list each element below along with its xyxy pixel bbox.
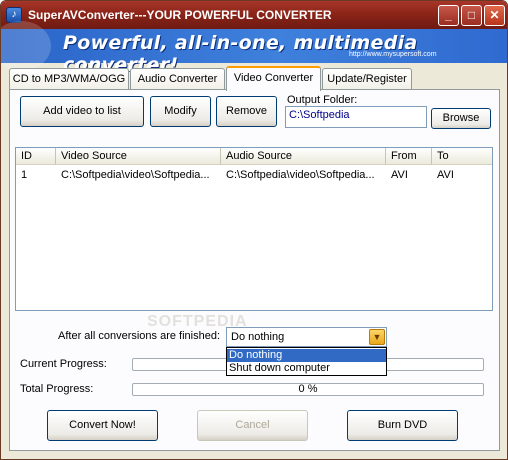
- title-bar[interactable]: ♪ SuperAVConverter---YOUR POWERFUL CONVE…: [1, 1, 507, 29]
- cell-from: AVI: [391, 169, 408, 181]
- table-row[interactable]: 1 C:\Softpedia\video\Softpedia... C:\Sof…: [16, 167, 492, 183]
- total-progress-text: 0 %: [298, 383, 318, 395]
- cell-audio-source: C:\Softpedia\video\Softpedia...: [226, 169, 375, 181]
- tab-cd-to-mp3[interactable]: CD to MP3/WMA/OGG: [9, 68, 129, 90]
- cancel-button[interactable]: Cancel: [197, 410, 308, 441]
- video-list[interactable]: ID Video Source Audio Source From To 1 C…: [15, 147, 493, 311]
- after-conversion-label: After all conversions are finished:: [58, 330, 221, 342]
- add-video-button[interactable]: Add video to list: [20, 96, 144, 127]
- after-conversion-select[interactable]: Do nothing ▼: [226, 327, 387, 347]
- close-button[interactable]: ✕: [484, 5, 505, 26]
- modify-button[interactable]: Modify: [150, 96, 211, 127]
- cell-id: 1: [21, 169, 28, 181]
- tab-audio-converter[interactable]: Audio Converter: [130, 68, 225, 90]
- output-folder-label: Output Folder:: [287, 94, 358, 106]
- column-header-video-source[interactable]: Video Source: [56, 148, 221, 165]
- after-conversion-dropdown: Do nothing Shut down computer: [226, 347, 387, 376]
- total-progress-bar: 0 %: [132, 383, 484, 396]
- tab-video-converter[interactable]: Video Converter: [226, 66, 321, 91]
- column-header-to[interactable]: To: [432, 148, 488, 165]
- cell-to: AVI: [437, 169, 454, 181]
- burn-dvd-button[interactable]: Burn DVD: [347, 410, 458, 441]
- app-window: ♪ SuperAVConverter---YOUR POWERFUL CONVE…: [0, 0, 508, 460]
- minimize-button[interactable]: _: [438, 5, 459, 26]
- maximize-button[interactable]: □: [461, 5, 482, 26]
- total-progress-label: Total Progress:: [20, 383, 94, 395]
- output-folder-field[interactable]: C:\Softpedia: [285, 106, 427, 128]
- remove-button[interactable]: Remove: [216, 96, 277, 127]
- after-conversion-value: Do nothing: [231, 331, 285, 343]
- chevron-down-icon[interactable]: ▼: [369, 329, 385, 345]
- cell-video-source: C:\Softpedia\video\Softpedia...: [61, 169, 210, 181]
- browse-button[interactable]: Browse: [431, 108, 491, 129]
- current-progress-label: Current Progress:: [20, 358, 107, 370]
- convert-now-button[interactable]: Convert Now!: [47, 410, 158, 441]
- tab-update-register[interactable]: Update/Register: [322, 68, 412, 90]
- option-shut-down[interactable]: Shut down computer: [227, 362, 386, 375]
- column-header-from[interactable]: From: [386, 148, 432, 165]
- list-header: ID Video Source Audio Source From To: [16, 148, 492, 165]
- banner: Powerful, all-in-one, multimedia convert…: [1, 21, 507, 76]
- banner-decoration: [1, 21, 51, 71]
- column-header-id[interactable]: ID: [16, 148, 56, 165]
- option-do-nothing[interactable]: Do nothing: [227, 349, 386, 362]
- window-title: SuperAVConverter---YOUR POWERFUL CONVERT…: [28, 8, 332, 22]
- column-header-audio-source[interactable]: Audio Source: [221, 148, 386, 165]
- banner-url: http://www.mysupersoft.com: [349, 51, 437, 58]
